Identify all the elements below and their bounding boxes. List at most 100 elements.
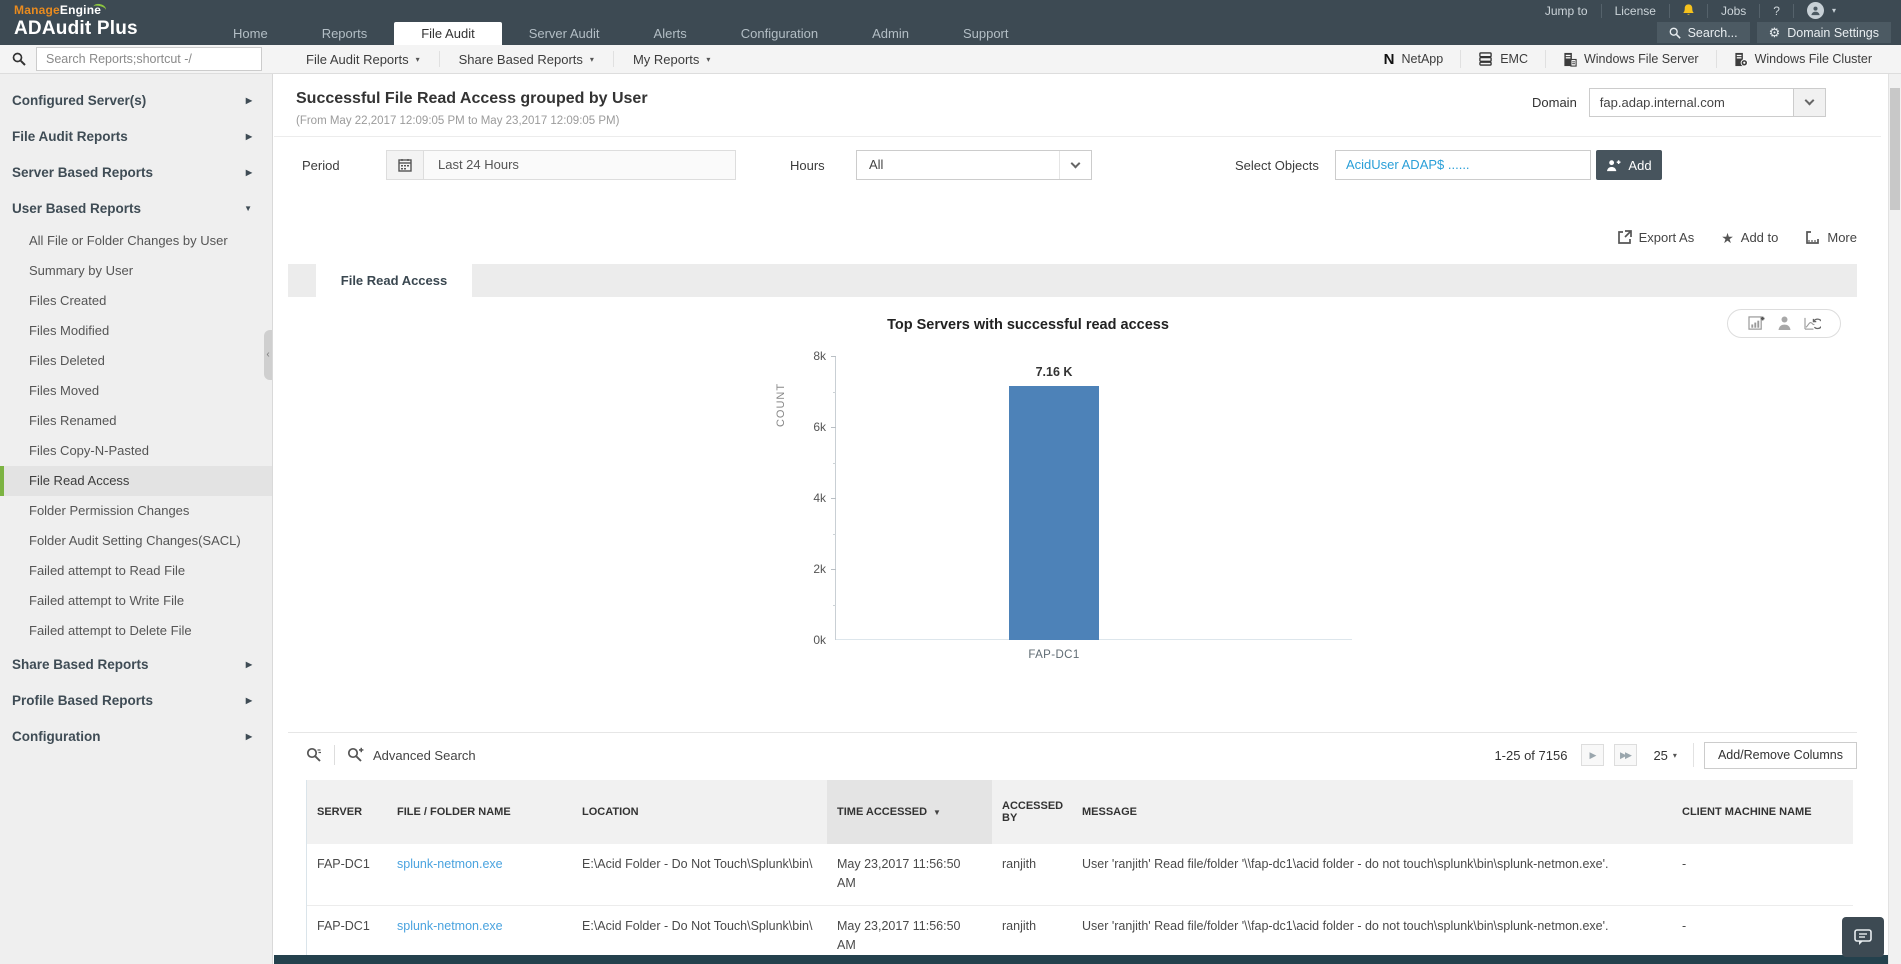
period-field[interactable]: Last 24 Hours	[386, 150, 736, 180]
sidebar-collapse-handle[interactable]: ‹	[264, 330, 272, 380]
nav-support[interactable]: Support	[936, 22, 1036, 45]
column-header-client-machine-name[interactable]: CLIENT MACHINE NAME	[1672, 780, 1853, 844]
quick-search-button[interactable]	[306, 747, 322, 763]
global-search-button[interactable]: Search...	[1657, 22, 1750, 43]
pagination-controls: 1-25 of 7156 ▶ ▶▶ 25▾ Add/Remove Columns	[1494, 742, 1857, 769]
add-to-button[interactable]: ★ Add to	[1721, 230, 1778, 245]
user-menu[interactable]: ▾	[1793, 4, 1849, 18]
next-page-button[interactable]: ▶	[1581, 744, 1604, 766]
nav-admin[interactable]: Admin	[845, 22, 936, 45]
cell-message: User 'ranjith' Read file/folder '\\fap-d…	[1072, 844, 1672, 905]
help-link[interactable]: ?	[1759, 4, 1793, 18]
emc-icon	[1478, 52, 1493, 66]
column-header-message[interactable]: MESSAGE	[1072, 780, 1672, 844]
nav-file-audit[interactable]: File Audit	[394, 22, 501, 45]
chart-bar[interactable]	[1009, 386, 1099, 640]
sidebar-item-summary-by-user[interactable]: Summary by User	[0, 256, 272, 286]
tab-file-read-access[interactable]: File Read Access	[316, 264, 472, 297]
select-objects-label: Select Objects	[1235, 158, 1319, 173]
domain-value[interactable]: fap.adap.internal.com	[1589, 88, 1794, 117]
hours-label: Hours	[790, 158, 825, 173]
sidebar-item-file-read-access[interactable]: File Read Access	[0, 466, 272, 496]
caret-down-icon: ▾	[590, 55, 594, 64]
sidebar-item-files-deleted[interactable]: Files Deleted	[0, 346, 272, 376]
notifications-button[interactable]	[1669, 4, 1707, 18]
sidebar-section-user-based-reports[interactable]: User Based Reports▼	[0, 190, 272, 226]
group-by-user-button[interactable]	[1778, 316, 1791, 331]
sidebar-item-files-copy-n-pasted[interactable]: Files Copy-N-Pasted	[0, 436, 272, 466]
sidebar-item-failed-read[interactable]: Failed attempt to Read File	[0, 556, 272, 586]
column-header-accessed-by[interactable]: ACCESSED BY	[992, 780, 1072, 844]
report-date-range: (From May 22,2017 12:09:05 PM to May 23,…	[296, 115, 619, 127]
brand-logo[interactable]: ManageEngine ADAudit Plus	[14, 4, 138, 38]
bar-value-label: 7.16 K	[1009, 365, 1099, 379]
file-link[interactable]: splunk-netmon.exe	[397, 857, 503, 871]
nav-server-audit[interactable]: Server Audit	[502, 22, 627, 45]
windows-file-cluster-link[interactable]: Windows File Cluster	[1716, 50, 1889, 68]
domain-dropdown-button[interactable]	[1794, 88, 1826, 117]
sidebar-item-files-renamed[interactable]: Files Renamed	[0, 406, 272, 436]
domain-selector: Domain fap.adap.internal.com	[1532, 88, 1826, 117]
more-button[interactable]: More	[1805, 230, 1857, 245]
sidebar-item-files-moved[interactable]: Files Moved	[0, 376, 272, 406]
chart-refresh-button[interactable]	[1804, 316, 1821, 331]
menu-share-based-reports[interactable]: Share Based Reports▾	[440, 51, 614, 67]
sidebar-item-files-created[interactable]: Files Created	[0, 286, 272, 316]
tab-strip: File Read Access	[288, 264, 1857, 297]
sidebar-item-folder-permission-changes[interactable]: Folder Permission Changes	[0, 496, 272, 526]
y-tick-minor	[833, 463, 836, 464]
select-objects-input[interactable]: AcidUser ADAP$ ......	[1335, 150, 1591, 180]
main-content: Successful File Read Access grouped by U…	[274, 74, 1901, 964]
sidebar-section-server-based-reports[interactable]: Server Based Reports▶	[0, 154, 272, 190]
chart-type-button[interactable]	[1748, 316, 1765, 331]
divider	[274, 136, 1881, 137]
export-as-button[interactable]: Export As	[1617, 230, 1695, 245]
grid-search-controls: Advanced Search	[306, 745, 476, 765]
feedback-chat-button[interactable]	[1842, 917, 1884, 957]
column-header-file-folder-name[interactable]: FILE / FOLDER NAME	[387, 780, 572, 844]
chevron-down-icon	[1071, 158, 1081, 168]
advanced-search-button[interactable]: Advanced Search	[347, 747, 476, 763]
nav-home[interactable]: Home	[206, 22, 295, 45]
sidebar-section-file-audit-reports[interactable]: File Audit Reports▶	[0, 118, 272, 154]
sidebar-section-profile-based-reports[interactable]: Profile Based Reports▶	[0, 682, 272, 718]
license-link[interactable]: License	[1601, 4, 1669, 18]
hours-select[interactable]: All	[856, 150, 1092, 180]
caret-down-icon: ▾	[706, 55, 710, 64]
menu-file-audit-reports[interactable]: File Audit Reports▾	[287, 51, 440, 67]
sidebar-item-folder-audit-setting-changes[interactable]: Folder Audit Setting Changes(SACL)	[0, 526, 272, 556]
chart-refresh-icon	[1804, 316, 1821, 331]
menu-my-reports[interactable]: My Reports▾	[614, 51, 729, 67]
nav-reports[interactable]: Reports	[295, 22, 395, 45]
search-plus-icon	[347, 747, 364, 763]
add-remove-columns-button[interactable]: Add/Remove Columns	[1704, 742, 1857, 769]
sidebar-section-share-based-reports[interactable]: Share Based Reports▶	[0, 646, 272, 682]
page-size-select[interactable]: 25▾	[1653, 748, 1676, 763]
caret-right-icon: ▶	[246, 96, 252, 105]
file-link[interactable]: splunk-netmon.exe	[397, 919, 503, 933]
bar-chart-add-icon	[1748, 316, 1765, 331]
emc-link[interactable]: EMC	[1460, 50, 1545, 68]
sidebar-item-all-file-folder-changes[interactable]: All File or Folder Changes by User	[0, 226, 272, 256]
chart-toolbar	[1727, 309, 1841, 338]
column-header-server[interactable]: SERVER	[307, 780, 387, 844]
domain-settings-button[interactable]: ⚙ Domain Settings	[1757, 22, 1891, 43]
windows-file-server-link[interactable]: Windows File Server	[1545, 50, 1716, 68]
column-header-time-accessed[interactable]: TIME ACCESSED▼	[827, 780, 992, 844]
column-header-location[interactable]: LOCATION	[572, 780, 827, 844]
last-page-button[interactable]: ▶▶	[1614, 744, 1637, 766]
scrollbar-thumb[interactable]	[1890, 88, 1900, 210]
sidebar-section-configured-servers[interactable]: Configured Server(s)▶	[0, 82, 272, 118]
sidebar-item-files-modified[interactable]: Files Modified	[0, 316, 272, 346]
vertical-scrollbar[interactable]	[1888, 74, 1901, 964]
sidebar-item-failed-delete[interactable]: Failed attempt to Delete File	[0, 616, 272, 646]
nav-alerts[interactable]: Alerts	[627, 22, 714, 45]
jobs-link[interactable]: Jobs	[1707, 4, 1759, 18]
jump-to-link[interactable]: Jump to	[1532, 4, 1601, 18]
add-object-button[interactable]: Add	[1596, 150, 1662, 180]
netapp-link[interactable]: NNetApp	[1367, 50, 1461, 68]
report-search-input[interactable]	[36, 47, 262, 71]
sidebar-section-configuration[interactable]: Configuration▶	[0, 718, 272, 754]
nav-configuration[interactable]: Configuration	[714, 22, 845, 45]
sidebar-item-failed-write[interactable]: Failed attempt to Write File	[0, 586, 272, 616]
